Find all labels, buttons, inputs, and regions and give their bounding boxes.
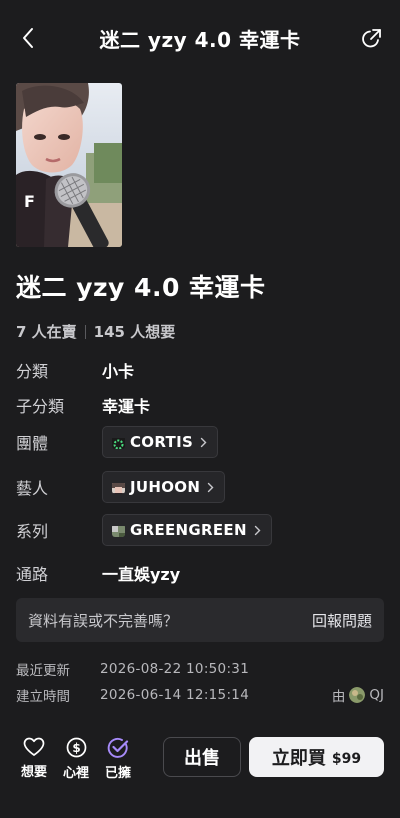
buy-now-label: 立即買 bbox=[271, 748, 326, 769]
creator-name: QJ bbox=[369, 687, 384, 703]
subcategory-value: 幸運卡 bbox=[102, 397, 151, 416]
check-circle-icon bbox=[107, 737, 129, 758]
svg-text:$: $ bbox=[72, 741, 80, 755]
dollar-circle-icon: $ bbox=[66, 737, 86, 758]
creator-avatar bbox=[349, 687, 366, 703]
detail-row-series: 系列 GREENGREEN bbox=[16, 514, 272, 546]
report-question: 資料有誤或不完善嗎？ bbox=[28, 611, 179, 630]
artist-value: JUHOON bbox=[130, 478, 201, 496]
buy-price: $99 bbox=[331, 750, 362, 767]
selling-count: 7 人在賣 bbox=[16, 323, 77, 341]
wanting-count: 145 人想要 bbox=[93, 323, 176, 341]
series-chip[interactable]: GREENGREEN bbox=[102, 514, 272, 546]
artist-label: 藝人 bbox=[16, 479, 49, 498]
share-icon bbox=[362, 29, 381, 48]
created-value: 2026-06-14 12:15:14 bbox=[100, 687, 250, 703]
created-label: 建立時間 bbox=[16, 689, 70, 705]
wishlist-label: 心裡 bbox=[62, 766, 89, 781]
detail-row-artist: 藝人 JUHOON bbox=[16, 471, 226, 503]
chevron-right-icon bbox=[207, 482, 214, 492]
category-value: 小卡 bbox=[102, 362, 135, 381]
want-label: 想要 bbox=[20, 765, 47, 780]
group-label: 團體 bbox=[16, 434, 49, 453]
svg-text:F: F bbox=[24, 192, 35, 211]
channel-label: 通路 bbox=[16, 565, 49, 584]
owned-label: 已擁 bbox=[104, 766, 131, 781]
subcategory-label: 子分類 bbox=[16, 397, 65, 416]
want-button[interactable]: 想要 bbox=[16, 737, 52, 780]
creator-info[interactable]: 由 QJ bbox=[332, 685, 384, 705]
buy-now-button[interactable]: 立即買 $99 bbox=[249, 737, 384, 777]
market-stats: 7 人在賣 145 人想要 bbox=[16, 321, 175, 342]
wishlist-button[interactable]: $ 心裡 bbox=[58, 737, 94, 781]
chevron-left-icon bbox=[23, 28, 33, 48]
detail-row-subcategory: 子分類 幸運卡 bbox=[16, 393, 150, 417]
channel-value: 一直娛yzy bbox=[102, 565, 181, 584]
item-title: 迷二 yzy 4.0 幸運卡 bbox=[16, 273, 266, 302]
artist-chip[interactable]: JUHOON bbox=[102, 471, 226, 503]
group-logo bbox=[112, 436, 125, 449]
chevron-right-icon bbox=[254, 525, 261, 535]
category-label: 分類 bbox=[16, 362, 49, 381]
group-value: CORTIS bbox=[130, 433, 194, 451]
updated-label: 最近更新 bbox=[16, 663, 70, 679]
detail-row-category: 分類 小卡 bbox=[16, 358, 134, 382]
report-issue-link[interactable]: 回報問題 bbox=[312, 610, 372, 631]
updated-value: 2026-08-22 10:50:31 bbox=[100, 661, 250, 677]
chevron-right-icon bbox=[200, 437, 207, 447]
top-nav-bar: 迷二 yzy 4.0 幸運卡 bbox=[0, 0, 400, 76]
stats-divider bbox=[84, 324, 86, 339]
heart-icon bbox=[23, 737, 45, 756]
page-title: 迷二 yzy 4.0 幸運卡 bbox=[99, 27, 301, 52]
series-label: 系列 bbox=[16, 522, 49, 541]
report-issue-bar: 資料有誤或不完善嗎？ 回報問題 bbox=[16, 598, 384, 642]
created-row: 建立時間 2026-06-14 12:15:14 bbox=[16, 685, 249, 705]
photocard-image: F bbox=[16, 83, 122, 247]
group-chip[interactable]: CORTIS bbox=[102, 426, 219, 458]
creator-prefix: 由 bbox=[331, 689, 346, 705]
detail-row-group: 團體 CORTIS bbox=[16, 426, 219, 458]
share-button[interactable] bbox=[358, 24, 386, 52]
series-value: GREENGREEN bbox=[130, 521, 247, 539]
sell-button[interactable]: 出售 bbox=[163, 737, 241, 777]
updated-row: 最近更新 2026-08-22 10:50:31 bbox=[16, 659, 249, 679]
artist-avatar bbox=[112, 481, 125, 494]
owned-button[interactable]: 已擁 bbox=[100, 737, 136, 781]
item-photo[interactable]: F bbox=[16, 83, 122, 247]
series-thumbnail bbox=[112, 524, 125, 537]
detail-row-channel: 通路 一直娛yzy bbox=[16, 561, 180, 585]
back-button[interactable] bbox=[14, 24, 42, 52]
